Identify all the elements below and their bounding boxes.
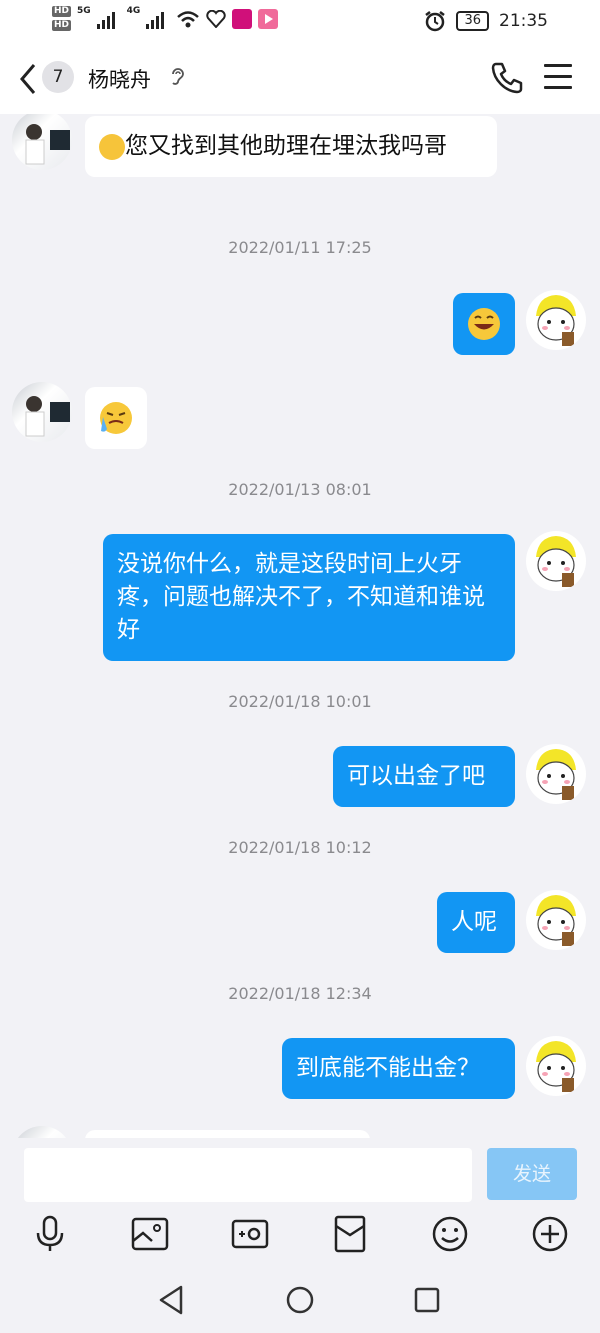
back-arrow-icon[interactable] bbox=[18, 62, 38, 96]
contact-avatar[interactable] bbox=[12, 1126, 72, 1138]
incoming-message-bubble[interactable] bbox=[85, 387, 147, 449]
image-icon[interactable] bbox=[130, 1214, 170, 1254]
nav-recents-icon[interactable] bbox=[412, 1284, 442, 1316]
message-text: 没说你什么，就是这段时间上火牙疼，问题也解决不了，不知道和谁说好 bbox=[117, 551, 485, 643]
outgoing-message-bubble[interactable] bbox=[453, 293, 515, 355]
message-list[interactable]: 您又找到其他助理在埋汰我吗哥 2022/01/11 17:25 2022/01/… bbox=[0, 114, 600, 1138]
outgoing-message-bubble[interactable]: 到底能不能出金？ bbox=[282, 1038, 515, 1099]
chat-header: 7 杨晓舟 bbox=[0, 42, 600, 114]
send-button[interactable]: 发送 bbox=[487, 1148, 577, 1200]
emoji-icon[interactable] bbox=[430, 1214, 470, 1254]
phone-call-icon[interactable] bbox=[490, 60, 524, 94]
incoming-message-bubble[interactable] bbox=[85, 1130, 370, 1138]
message-timestamp: 2022/01/11 17:25 bbox=[228, 238, 372, 257]
outgoing-message-bubble[interactable]: 人呢 bbox=[437, 892, 515, 953]
signal-icon bbox=[146, 9, 170, 29]
network-type-label: 4G bbox=[126, 6, 141, 16]
grinning-emoji-icon bbox=[468, 308, 500, 340]
contact-name[interactable]: 杨晓舟 bbox=[88, 64, 151, 94]
message-text: 您又找到其他助理在埋汰我吗哥 bbox=[125, 133, 447, 159]
message-input[interactable] bbox=[24, 1148, 472, 1202]
outgoing-message-bubble[interactable]: 可以出金了吧 bbox=[333, 746, 515, 807]
network-type-label: 5G bbox=[77, 6, 91, 16]
battery-indicator: 36 bbox=[456, 11, 489, 31]
camera-icon[interactable] bbox=[230, 1214, 270, 1254]
my-avatar[interactable] bbox=[526, 531, 586, 591]
status-bar: HD HD 5G 4G 36 21:35 bbox=[0, 0, 600, 42]
red-packet-icon[interactable] bbox=[330, 1214, 370, 1254]
message-text: 可以出金了吧 bbox=[347, 763, 485, 789]
message-timestamp: 2022/01/18 10:01 bbox=[228, 692, 372, 711]
message-text: 到底能不能出金？ bbox=[296, 1055, 480, 1081]
wifi-icon bbox=[177, 10, 200, 27]
signal-icon bbox=[96, 9, 121, 29]
nav-home-icon[interactable] bbox=[285, 1284, 315, 1316]
microphone-icon[interactable] bbox=[30, 1214, 70, 1254]
message-timestamp: 2022/01/13 08:01 bbox=[228, 480, 372, 499]
heart-app-icon bbox=[206, 9, 226, 28]
outgoing-message-bubble[interactable]: 没说你什么，就是这段时间上火牙疼，问题也解决不了，不知道和谁说好 bbox=[103, 534, 515, 661]
my-avatar[interactable] bbox=[526, 890, 586, 950]
message-text: 人呢 bbox=[451, 909, 497, 935]
message-timestamp: 2022/01/18 10:12 bbox=[228, 838, 372, 857]
menu-icon[interactable] bbox=[544, 64, 572, 90]
message-timestamp: 2022/01/18 12:34 bbox=[228, 984, 372, 1003]
my-avatar[interactable] bbox=[526, 290, 586, 350]
incoming-message-bubble[interactable]: 您又找到其他助理在埋汰我吗哥 bbox=[85, 116, 497, 177]
app-notification-icon bbox=[232, 8, 253, 29]
system-navigation-bar bbox=[0, 1268, 600, 1333]
contact-avatar[interactable] bbox=[12, 382, 72, 442]
my-avatar[interactable] bbox=[526, 744, 586, 804]
unread-count-badge[interactable]: 7 bbox=[42, 61, 74, 93]
composer-toolbar bbox=[0, 1214, 600, 1264]
laughing-crying-emoji-icon bbox=[99, 133, 125, 160]
clock: 21:35 bbox=[499, 11, 548, 31]
alarm-icon bbox=[425, 11, 446, 32]
plus-icon[interactable] bbox=[530, 1214, 570, 1254]
nav-back-icon[interactable] bbox=[157, 1284, 185, 1316]
hd-indicator: HD bbox=[52, 6, 72, 17]
contact-avatar[interactable] bbox=[12, 114, 72, 170]
hd-indicator: HD bbox=[52, 20, 72, 31]
crying-emoji-icon bbox=[100, 402, 132, 434]
earpiece-mode-icon bbox=[172, 68, 184, 85]
video-app-icon bbox=[258, 8, 279, 29]
my-avatar[interactable] bbox=[526, 1036, 586, 1096]
